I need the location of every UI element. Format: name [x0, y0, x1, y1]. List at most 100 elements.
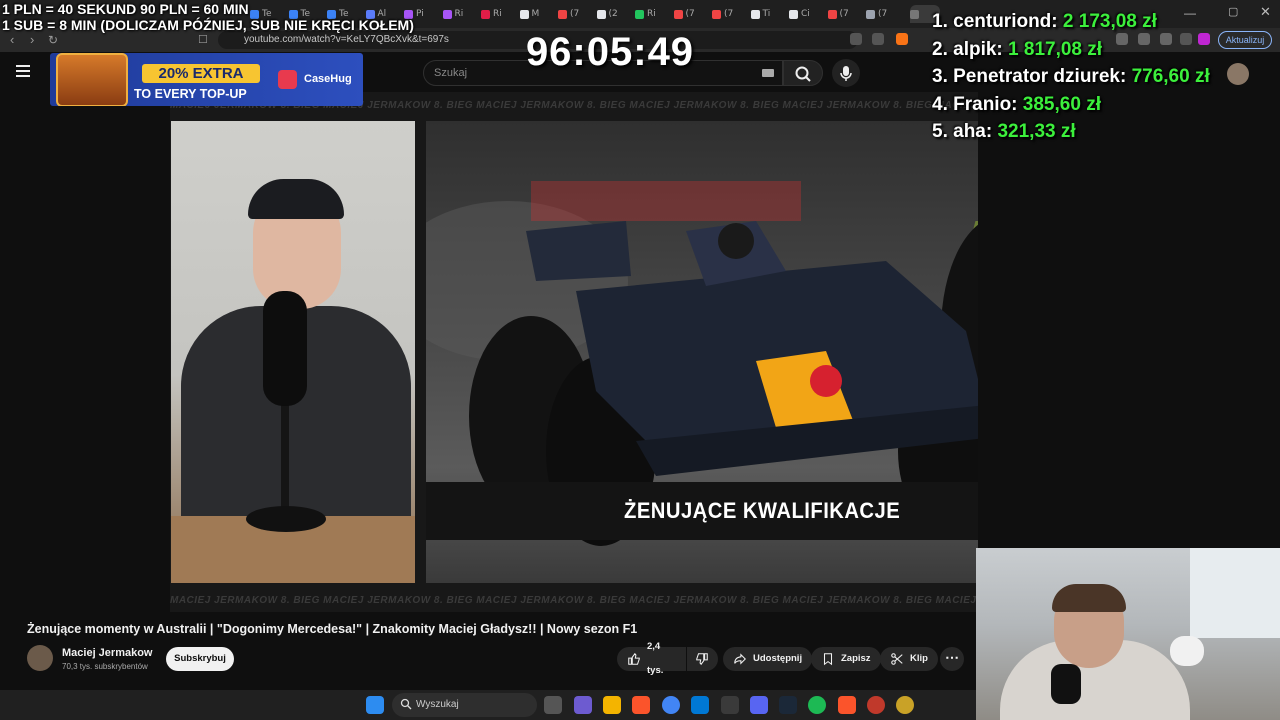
search-icon	[795, 66, 811, 82]
leaderboard-row: 4. Franio: 385,60 zł	[932, 91, 1210, 119]
league-icon[interactable]	[896, 696, 914, 714]
browser-tab[interactable]: (7	[673, 5, 708, 23]
leaderboard-amount: 2 173,08 zł	[1062, 11, 1157, 32]
update-button[interactable]: Aktualizuj	[1218, 31, 1272, 49]
tab-favicon-icon	[750, 9, 760, 19]
steam-icon[interactable]	[779, 696, 797, 714]
share-button[interactable]: Udostępnij	[723, 647, 813, 671]
taskbar-search-label: Wyszukaj	[416, 699, 459, 710]
browser-tab[interactable]: M	[519, 5, 554, 23]
browser-tab[interactable]: (7	[558, 5, 592, 23]
tab-label: M	[531, 9, 540, 19]
brave-icon[interactable]	[838, 696, 856, 714]
dislike-button[interactable]	[687, 647, 718, 671]
video-watermark-bottom: MACIEJ JERMAKOW 8. BIEG MACIEJ JERMAKOW …	[170, 595, 978, 606]
chrome-icon[interactable]	[662, 696, 680, 714]
windows-start-icon[interactable]	[366, 696, 384, 714]
browser-tab[interactable]: Ri	[635, 5, 669, 23]
brave-browser-icon[interactable]	[632, 696, 650, 714]
window-close-icon[interactable]: ✕	[1260, 4, 1271, 20]
url-text: youtube.com/watch?v=KeLY7QBcXvk&t=697s	[244, 34, 449, 45]
clip-label: Klip	[910, 653, 928, 664]
leaderboard-row: 2. alpik: 1 817,08 zł	[932, 36, 1210, 64]
task-view-icon[interactable]	[544, 696, 562, 714]
share-icon[interactable]	[872, 33, 884, 45]
browser-tab[interactable]: Ri	[442, 5, 477, 23]
leaderboard-name: 5. aha:	[932, 121, 993, 143]
scissors-icon	[891, 653, 903, 665]
cast-icon[interactable]	[850, 33, 862, 45]
tab-label: (7	[685, 9, 695, 19]
discord-icon[interactable]	[750, 696, 768, 714]
mic-base	[246, 506, 326, 532]
donation-info-overlay: 1 PLN = 40 SEKUND 90 PLN = 60 MIN 1 SUB …	[2, 1, 414, 33]
donation-line-1: 1 PLN = 40 SEKUND 90 PLN = 60 MIN	[2, 1, 249, 17]
browser-tab[interactable]: Ri	[481, 5, 515, 23]
leaderboard-name: 2. alpik:	[932, 38, 1003, 60]
tab-label: Ri	[454, 9, 464, 19]
subscriber-count: 70,3 tys. subskrybentów	[62, 662, 148, 671]
tab-favicon-icon	[789, 9, 798, 19]
bookmark-save-icon	[823, 653, 833, 666]
hamburger-menu-icon[interactable]	[16, 65, 30, 80]
back-icon[interactable]: ‹	[10, 32, 14, 48]
tab-favicon-icon	[442, 9, 452, 19]
browser-tab[interactable]: Ci	[789, 5, 823, 23]
account-avatar[interactable]	[1227, 63, 1249, 85]
brave-shield-icon[interactable]	[896, 33, 908, 45]
tab-label: Pi	[416, 9, 424, 19]
app-icon[interactable]	[721, 696, 739, 714]
channel-avatar[interactable]	[27, 645, 53, 671]
tab-label: Ri	[647, 9, 656, 19]
copilot-icon[interactable]	[574, 696, 592, 714]
browser-tab[interactable]: (7	[827, 5, 862, 23]
browser-tab[interactable]: (7	[712, 5, 746, 23]
store-icon[interactable]	[691, 696, 709, 714]
browser-tab[interactable]: (2	[596, 5, 631, 23]
ad-brand: CaseHug	[304, 73, 352, 85]
webcam-background-window	[1190, 548, 1280, 638]
like-count: 2,4 tys.	[647, 641, 664, 676]
webcam-microphone	[1051, 664, 1081, 704]
window-maximize-icon[interactable]: ▢	[1228, 5, 1238, 18]
share-arrow-icon	[734, 653, 746, 665]
save-button[interactable]: Zapisz	[811, 647, 881, 671]
forward-icon[interactable]: ›	[30, 32, 34, 48]
tab-favicon-icon	[635, 9, 644, 19]
tab-label: Ri	[493, 9, 502, 19]
bookmark-icon[interactable]: ☐	[198, 32, 208, 48]
browser-tab[interactable]: (7	[866, 5, 900, 23]
channel-name[interactable]: Maciej Jermakow	[62, 647, 153, 659]
webcam-hair	[1052, 584, 1126, 612]
reload-icon[interactable]: ↻	[48, 32, 58, 48]
taskbar-search[interactable]: Wyszukaj	[392, 693, 537, 717]
leaderboard-amount: 385,60 zł	[1022, 93, 1101, 115]
clip-button[interactable]: Klip	[880, 647, 938, 671]
tab-favicon-icon	[596, 9, 606, 19]
file-explorer-icon[interactable]	[603, 696, 621, 714]
treasure-chest-icon	[56, 53, 128, 106]
search-button[interactable]	[783, 60, 823, 86]
leaderboard-amount: 1 817,08 zł	[1008, 38, 1103, 60]
microphone	[263, 291, 307, 406]
video-player[interactable]: MACIEJ JERMAKOW 8. BIEG MACIEJ JERMAKOW …	[170, 92, 978, 612]
tab-favicon-icon	[866, 9, 875, 19]
obs-icon[interactable]	[867, 696, 885, 714]
leaderboard-row: 1. centuriond: 2 173,08 zł	[932, 8, 1210, 36]
more-actions-button[interactable]: ⋯	[940, 647, 964, 671]
presenter-footage	[171, 121, 415, 583]
browser-tab[interactable]: Ti	[750, 5, 785, 23]
ad-promo-text: 20% EXTRA	[142, 64, 260, 83]
like-button[interactable]: 2,4 tys.	[617, 641, 686, 676]
webcam-dog	[1170, 636, 1204, 666]
subscribe-button[interactable]: Subskrybuj	[166, 647, 234, 671]
spotify-icon[interactable]	[808, 696, 826, 714]
leaderboard-amount: 776,60 zł	[1131, 66, 1210, 88]
tab-label: (7	[724, 9, 734, 19]
keyboard-icon[interactable]	[762, 69, 774, 77]
voice-search-button[interactable]	[832, 59, 860, 87]
presenter-cap	[248, 179, 344, 219]
thumbs-up-icon	[628, 652, 640, 665]
casehug-logo-icon	[278, 70, 297, 89]
ad-banner[interactable]: 20% EXTRA TO EVERY TOP-UP CaseHug	[50, 53, 363, 106]
